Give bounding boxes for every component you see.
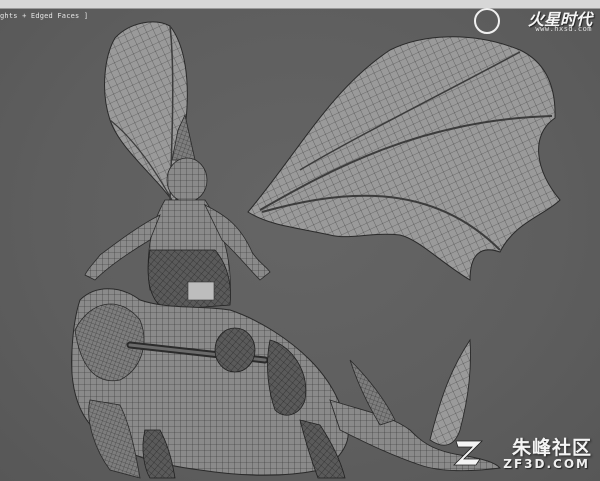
zf3d-url-text: ZF3D.COM bbox=[503, 457, 590, 471]
3d-viewport[interactable]: ghts + Edged Faces ] 火星时代 www.hxsd.com 朱… bbox=[0, 0, 600, 481]
watermark-hxsd: 火星时代 www.hxsd.com bbox=[474, 6, 592, 36]
watermark-zf3d: 朱峰社区 ZF3D.COM bbox=[452, 433, 592, 473]
hxsd-url-text: www.hxsd.com bbox=[535, 25, 592, 33]
right-wing bbox=[247, 36, 561, 281]
zf3d-logo-icon bbox=[453, 440, 483, 466]
dragon-rider-wireframe-model[interactable] bbox=[0, 0, 600, 481]
zf3d-brand-text: 朱峰社区 bbox=[511, 437, 592, 459]
rider-torso bbox=[84, 113, 271, 311]
hxsd-logo-icon bbox=[474, 8, 500, 34]
mount-body bbox=[71, 288, 349, 479]
